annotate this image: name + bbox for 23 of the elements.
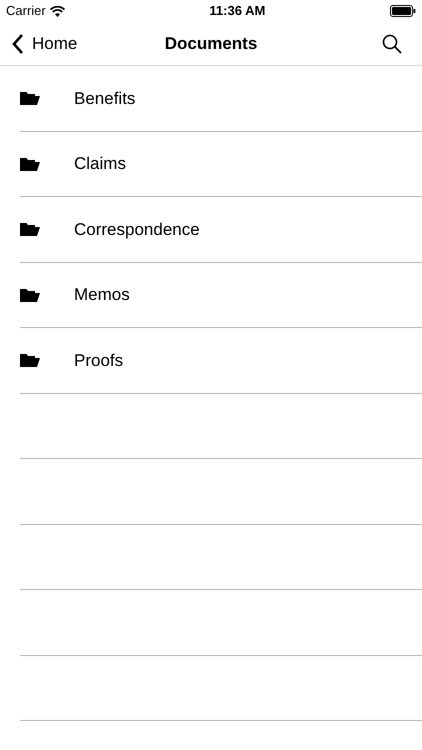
folder-name: Claims bbox=[74, 153, 126, 175]
folder-icon bbox=[20, 352, 40, 368]
folder-name: Proofs bbox=[74, 350, 124, 372]
battery-icon bbox=[390, 5, 416, 17]
folder-icon bbox=[20, 90, 40, 106]
folder-icon bbox=[20, 286, 40, 303]
folder-row[interactable]: Claims bbox=[20, 132, 422, 197]
folder-row[interactable]: Memos bbox=[20, 262, 422, 328]
wifi-icon bbox=[50, 6, 65, 16]
carrier-label: Carrier bbox=[6, 2, 46, 20]
folder-row[interactable]: Correspondence bbox=[20, 197, 422, 262]
folder-icon bbox=[20, 156, 40, 172]
folder-row[interactable]: Benefits bbox=[20, 66, 422, 132]
back-button[interactable]: Home bbox=[12, 30, 78, 56]
folder-name: Benefits bbox=[74, 88, 136, 110]
folder-row[interactable]: Proofs bbox=[20, 328, 422, 394]
search-icon[interactable] bbox=[382, 34, 402, 54]
chevron-icon bbox=[12, 34, 24, 54]
folder-icon bbox=[20, 221, 40, 238]
nav-title: Documents bbox=[164, 32, 258, 55]
folder-name: Correspondence bbox=[74, 218, 200, 240]
folder-name: Memos bbox=[74, 284, 130, 306]
status-time: 11:36 AM bbox=[209, 2, 266, 20]
